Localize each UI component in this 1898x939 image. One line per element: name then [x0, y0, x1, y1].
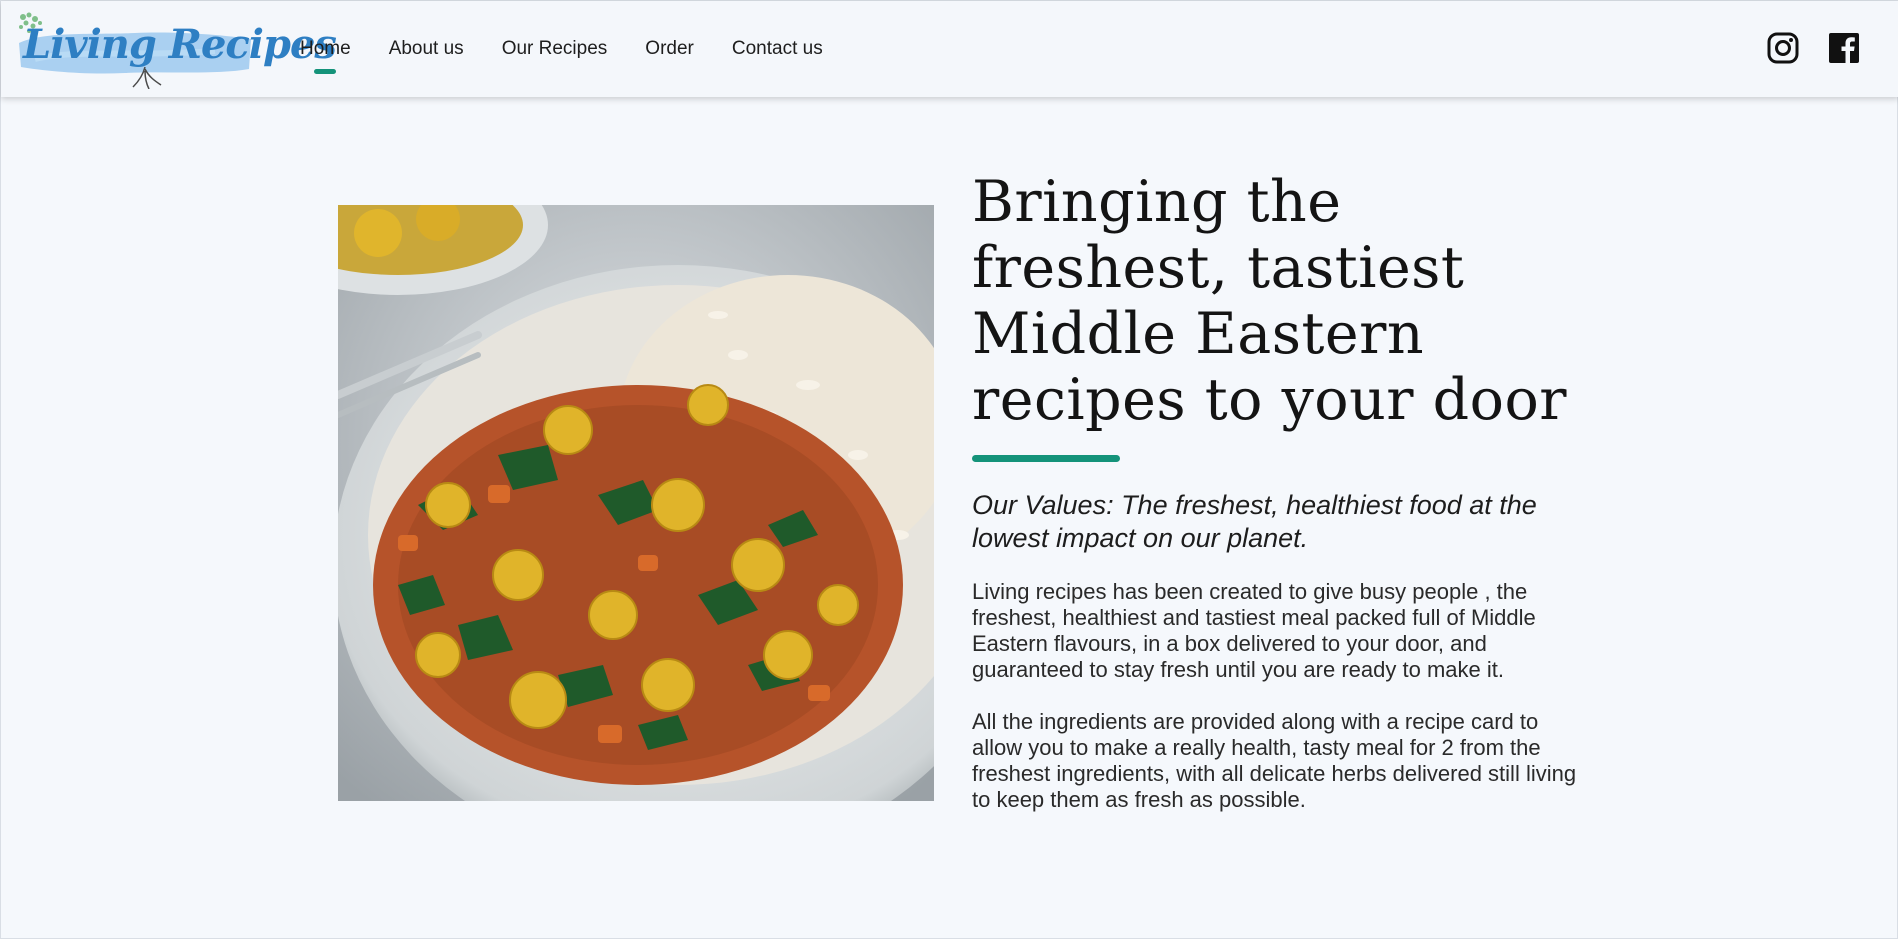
nav-item-contact-us[interactable]: Contact us: [713, 38, 842, 60]
page-title: Bringing the freshest, tastiest Middle E…: [972, 169, 1568, 433]
values-tagline: Our Values: The freshest, healthiest foo…: [972, 490, 1537, 553]
intro-paragraph: Living recipes has been created to give …: [972, 579, 1536, 682]
logo-text: Living Recipes: [23, 21, 337, 68]
curry-bowl-illustration: [338, 205, 934, 801]
social-links: [1766, 31, 1861, 65]
hero-image: [338, 205, 934, 801]
nav-item-home[interactable]: Home: [281, 38, 370, 74]
hero-text: Bringing the freshest, tastiest Middle E…: [972, 169, 1592, 813]
accent-divider: [972, 455, 1120, 462]
main-nav: Home About us Our Recipes Order Contact …: [281, 1, 842, 97]
page: Living Recipes Home About us Our Recipes…: [0, 0, 1898, 939]
ingredients-paragraph: All the ingredients are provided along w…: [972, 709, 1577, 812]
facebook-icon[interactable]: [1827, 31, 1861, 65]
instagram-icon[interactable]: [1766, 31, 1800, 65]
nav-item-about-us[interactable]: About us: [370, 38, 483, 60]
site-header: Living Recipes Home About us Our Recipes…: [1, 1, 1898, 97]
nav-item-order[interactable]: Order: [626, 38, 713, 60]
nav-item-our-recipes[interactable]: Our Recipes: [483, 38, 627, 60]
logo[interactable]: Living Recipes: [15, 9, 337, 89]
